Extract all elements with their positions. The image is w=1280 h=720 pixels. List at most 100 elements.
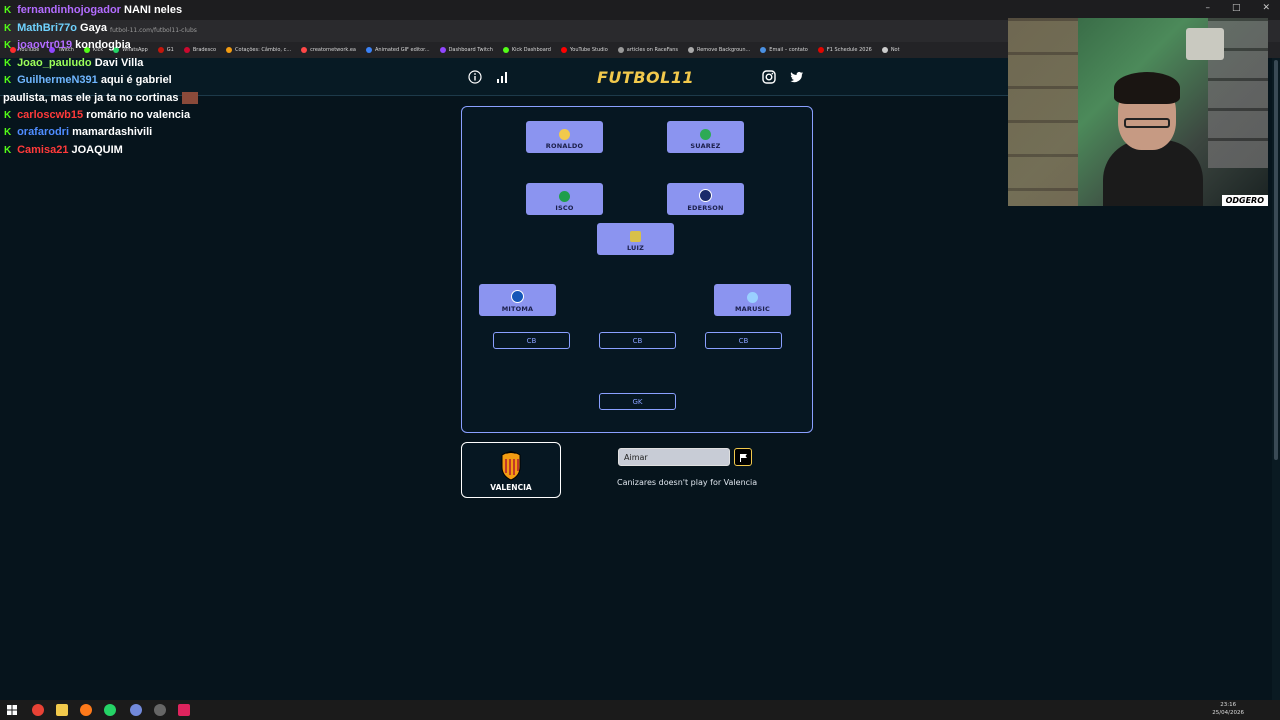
chat-message: K orafarodri mamardashivili — [0, 124, 222, 142]
club-card: VALENCIA — [461, 442, 561, 498]
bookmark[interactable]: Dashboard Twitch — [439, 47, 493, 53]
chat-text: kondogbia — [75, 39, 131, 52]
site-logo[interactable]: FUTBOL11 — [597, 68, 694, 87]
firefox-icon[interactable] — [80, 704, 92, 716]
club-crest-icon — [747, 292, 758, 303]
player-name: LUIZ — [626, 244, 645, 252]
player-name: MITOMA — [501, 305, 534, 313]
give-up-button[interactable] — [734, 448, 752, 466]
player-name: ISCO — [555, 204, 574, 212]
kick-badge-icon: K — [4, 57, 12, 69]
bookmark-icon — [817, 47, 824, 53]
player-name: MARUSIC — [734, 305, 771, 313]
bookmark[interactable]: articles on RaceFans — [617, 47, 678, 53]
bookmark-icon — [502, 47, 509, 53]
player-guess-input[interactable] — [618, 448, 730, 466]
player-card[interactable]: MITOMA — [479, 284, 556, 316]
windows-taskbar — [0, 700, 1280, 720]
bookmark-icon — [560, 47, 567, 53]
close-button[interactable]: ✕ — [1262, 3, 1270, 13]
chat-username: MathBri77o — [17, 21, 77, 34]
bookmark[interactable]: YouTube Studio — [560, 47, 608, 53]
player-card[interactable]: LUIZ — [597, 223, 674, 255]
bookmark[interactable]: Kick Dashboard — [502, 47, 551, 53]
bookmark-icon — [439, 47, 446, 53]
valencia-crest-icon — [501, 450, 521, 481]
pitch: RONALDO SUAREZ ISCO EDERSON LUIZ MITOMA … — [461, 106, 813, 433]
player-card[interactable]: ISCO — [526, 183, 603, 215]
streamer-logo: ODGERO — [1221, 195, 1268, 206]
chat-username: orafarodri — [17, 126, 70, 139]
bookmark[interactable]: creatornetwork.ea — [301, 47, 356, 53]
maximize-button[interactable]: □ — [1232, 3, 1241, 13]
chat-text: paulista, mas ele ja ta no cortinas — [3, 91, 179, 104]
kick-badge-icon: K — [4, 75, 12, 87]
player-card[interactable]: SUAREZ — [667, 121, 744, 153]
obs-icon[interactable] — [154, 704, 166, 716]
empty-slot-gk[interactable]: GK — [599, 393, 676, 410]
taskbar-clock[interactable]: 23:16 25/04/2026 — [1212, 701, 1244, 717]
player-card[interactable]: RONALDO — [526, 121, 603, 153]
bookmark[interactable]: Email – contato — [760, 47, 808, 53]
file-explorer-icon[interactable] — [56, 704, 68, 716]
retro-monitor — [1186, 28, 1224, 60]
streamer-glasses — [1124, 118, 1170, 128]
bookmark[interactable]: Cotações: Câmbio, c... — [226, 47, 291, 53]
player-card[interactable]: EDERSON — [667, 183, 744, 215]
chat-text: Gaya — [80, 21, 107, 34]
minimize-button[interactable]: – — [1205, 3, 1210, 13]
chat-text: mamardashivili — [72, 126, 153, 139]
empty-slot-cb[interactable]: CB — [705, 332, 782, 349]
player-name: RONALDO — [545, 142, 584, 150]
bookmark-icon — [687, 47, 694, 53]
club-crest-icon — [559, 191, 570, 202]
chat-username: joaovtr019 — [17, 39, 73, 52]
bookmark[interactable]: Remove Backgroun... — [687, 47, 750, 53]
bookmark-icon — [226, 47, 233, 53]
bookmark-icon — [301, 47, 308, 53]
kick-badge-icon: K — [4, 109, 12, 121]
bookmark-icon — [366, 47, 372, 53]
instagram-icon[interactable] — [762, 70, 776, 84]
chat-message: K fernandinhojogador NANI neles — [0, 2, 222, 20]
chat-message: K Joao_pauludo Davi Villa — [0, 55, 222, 73]
club-crest-icon — [699, 189, 712, 202]
bookmark[interactable]: Animated GIF editor... — [366, 47, 430, 53]
chat-text: romário no valencia — [86, 108, 191, 121]
twitter-icon[interactable] — [790, 70, 804, 84]
chat-text: JOAQUIM — [71, 143, 123, 156]
webcam-overlay: ODGERO — [1008, 18, 1268, 206]
bookmark[interactable]: F1 Schedule 2026 — [817, 47, 872, 53]
club-crest-icon — [559, 129, 570, 140]
chrome-icon[interactable] — [32, 704, 44, 716]
whatsapp-icon[interactable] — [104, 704, 116, 716]
bookmark-icon — [617, 47, 624, 53]
guess-feedback: Canizares doesn't play for Valencia — [617, 478, 758, 487]
chat-message: K GuilhermeN391 aqui é gabriel — [0, 72, 222, 90]
bookmark[interactable]: Not — [881, 47, 900, 53]
empty-slot-cb[interactable]: CB — [493, 332, 570, 349]
stats-icon[interactable] — [496, 70, 510, 84]
bookmark-icon — [881, 47, 888, 53]
discord-icon[interactable] — [130, 704, 142, 716]
player-card[interactable]: MARUSIC — [714, 284, 791, 316]
stream-chat-overlay: K fernandinhojogador NANI neles K MathBr… — [0, 2, 222, 159]
kick-badge-icon: K — [4, 22, 12, 34]
empty-slot-cb[interactable]: CB — [599, 332, 676, 349]
windows-start-icon[interactable] — [6, 704, 18, 716]
chat-username: Joao_pauludo — [17, 56, 92, 69]
app-icon[interactable] — [178, 704, 190, 716]
kick-badge-icon: K — [4, 5, 12, 16]
club-crest-icon — [700, 129, 711, 140]
chat-username: carloscwb15 — [17, 108, 84, 121]
info-icon[interactable] — [468, 70, 482, 84]
chat-text: Davi Villa — [94, 56, 144, 69]
scrollbar-thumb[interactable] — [1274, 60, 1278, 460]
club-name: VALENCIA — [490, 482, 532, 492]
chat-message: K Camisa21 JOAQUIM — [0, 142, 222, 160]
streamer-hair — [1114, 72, 1180, 104]
player-name: SUAREZ — [690, 142, 721, 150]
kick-badge-icon: K — [4, 40, 12, 52]
clock-time: 23:16 — [1220, 702, 1237, 708]
player-name: EDERSON — [687, 204, 724, 212]
